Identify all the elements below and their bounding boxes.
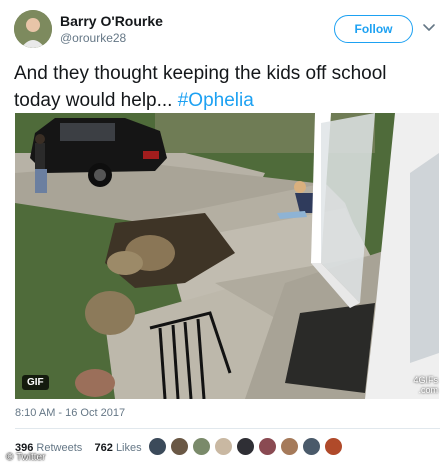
follow-button[interactable]: Follow: [334, 15, 413, 43]
liker-avatar[interactable]: [214, 437, 233, 456]
tweet-media-gif[interactable]: [15, 113, 439, 399]
likes-count: 762: [94, 442, 113, 454]
likes-stat[interactable]: 762 Likes: [95, 442, 142, 454]
divider-top: [15, 428, 440, 429]
liker-avatar[interactable]: [302, 437, 321, 456]
chevron-down-icon[interactable]: [422, 20, 436, 34]
liker-avatar[interactable]: [236, 437, 255, 456]
likes-label: Likes: [115, 442, 142, 454]
author-handle[interactable]: @orourke28: [60, 31, 126, 45]
liker-avatar[interactable]: [324, 437, 343, 456]
liker-avatar[interactable]: [280, 437, 299, 456]
liker-avatar[interactable]: [148, 437, 167, 456]
liker-avatars: [148, 437, 343, 457]
liker-avatar[interactable]: [258, 437, 277, 456]
avatar[interactable]: [14, 10, 52, 48]
image-credit: © Twitter: [6, 452, 46, 463]
gif-badge: GIF: [22, 375, 49, 390]
tweet-timestamp[interactable]: 8:10 AM - 16 Oct 2017: [15, 407, 125, 419]
watermark-line-2: .com: [418, 385, 438, 395]
author-name[interactable]: Barry O'Rourke: [60, 13, 163, 29]
avatar-image: [14, 10, 52, 48]
tweet-text: And they thought keeping the kids off sc…: [14, 60, 434, 114]
liker-avatar[interactable]: [170, 437, 189, 456]
hashtag-link[interactable]: #Ophelia: [178, 90, 254, 111]
watermark-line-1: 4GIFs: [413, 375, 438, 385]
liker-avatar[interactable]: [192, 437, 211, 456]
gif-frame: [15, 113, 439, 399]
source-watermark: 4GIFs .com: [396, 375, 438, 395]
